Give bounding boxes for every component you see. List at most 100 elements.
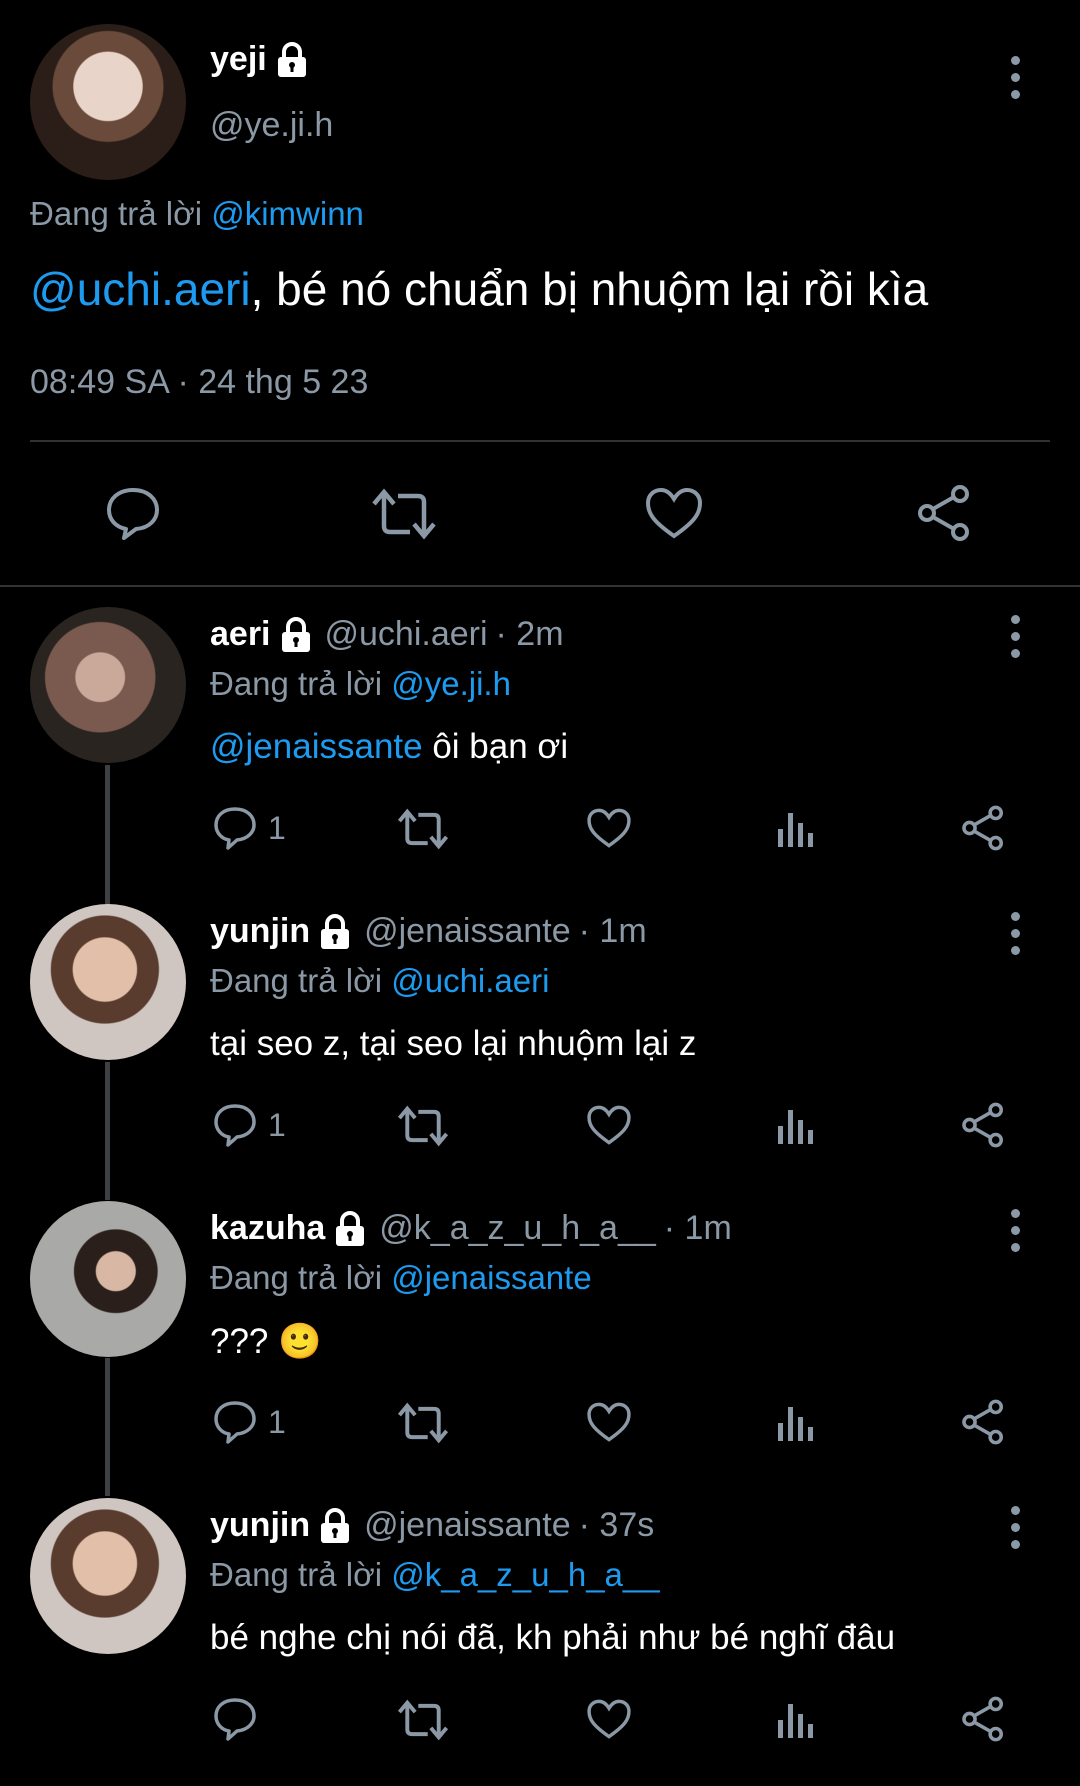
time-ago[interactable]: · 2m bbox=[496, 615, 564, 654]
lock-icon bbox=[321, 1507, 350, 1543]
views-button[interactable] bbox=[776, 1700, 816, 1740]
reply-count: 1 bbox=[268, 809, 286, 846]
reply-item[interactable]: kazuha @k_a_z_u_h_a__ · 1m Đang trả lời … bbox=[0, 1199, 1080, 1489]
views-button[interactable] bbox=[776, 1106, 816, 1146]
lock-icon bbox=[336, 1210, 365, 1246]
more-vertical-icon[interactable] bbox=[1011, 1209, 1023, 1252]
retweet-icon bbox=[397, 808, 449, 850]
tweet-text: bé nghe chị nói đã, kh phải như bé nghĩ … bbox=[210, 1618, 895, 1658]
reply-prefix: Đang trả lời bbox=[210, 1556, 383, 1593]
share-button[interactable] bbox=[915, 484, 973, 542]
handle[interactable]: @ye.ji.h bbox=[210, 106, 333, 145]
heart-icon bbox=[587, 1699, 631, 1739]
like-button[interactable] bbox=[586, 1698, 632, 1740]
reply-button[interactable] bbox=[104, 484, 162, 542]
reply-button[interactable] bbox=[212, 1696, 268, 1742]
like-button[interactable] bbox=[644, 486, 704, 540]
reply-context: Đang trả lời @kimwinn bbox=[30, 195, 364, 233]
retweet-button[interactable] bbox=[370, 486, 438, 542]
views-icon bbox=[778, 1407, 813, 1441]
reply-context: Đang trả lời @k_a_z_u_h_a__ bbox=[210, 1556, 660, 1594]
more-vertical-icon[interactable] bbox=[1011, 1506, 1023, 1549]
reply-to-link[interactable]: @jenaissante bbox=[391, 1259, 591, 1296]
share-button[interactable] bbox=[960, 805, 1006, 851]
tweet-text: ??? 🙂 bbox=[210, 1321, 322, 1362]
retweet-button[interactable] bbox=[396, 1698, 450, 1742]
reply-item[interactable]: yunjin @jenaissante · 1m Đang trả lời @u… bbox=[0, 902, 1080, 1192]
more-vertical-icon[interactable] bbox=[1011, 912, 1023, 955]
divider bbox=[30, 440, 1050, 442]
author-row: yeji bbox=[210, 40, 309, 79]
views-button[interactable] bbox=[776, 1403, 816, 1443]
mention-link[interactable]: @jenaissante bbox=[210, 727, 423, 766]
retweet-icon bbox=[397, 1699, 449, 1741]
retweet-button[interactable] bbox=[396, 1401, 450, 1445]
reply-to-link[interactable]: @k_a_z_u_h_a__ bbox=[391, 1556, 659, 1593]
handle[interactable]: @uchi.aeri bbox=[325, 615, 488, 654]
more-vertical-icon[interactable] bbox=[1011, 615, 1023, 658]
like-button[interactable] bbox=[586, 1104, 632, 1146]
lock-icon bbox=[281, 616, 310, 652]
lock-icon bbox=[277, 41, 306, 77]
views-button[interactable] bbox=[776, 809, 816, 849]
avatar[interactable] bbox=[30, 1498, 186, 1654]
tweet-body: ??? 🙂 bbox=[210, 1322, 322, 1361]
reply-to-link[interactable]: @kimwinn bbox=[211, 195, 364, 232]
handle[interactable]: @jenaissante bbox=[364, 912, 571, 951]
avatar[interactable] bbox=[30, 904, 186, 1060]
views-icon bbox=[778, 1110, 813, 1144]
retweet-button[interactable] bbox=[396, 1104, 450, 1148]
handle[interactable]: @jenaissante bbox=[364, 1506, 571, 1545]
handle[interactable]: @k_a_z_u_h_a__ bbox=[379, 1209, 656, 1248]
display-name[interactable]: yunjin bbox=[210, 912, 310, 951]
share-icon bbox=[962, 1399, 1004, 1445]
reply-icon bbox=[107, 488, 159, 540]
heart-icon bbox=[587, 808, 631, 848]
share-button[interactable] bbox=[960, 1102, 1006, 1148]
retweet-icon bbox=[397, 1105, 449, 1147]
tweet-body: , bé nó chuẩn bị nhuộm lại rồi kìa bbox=[250, 263, 929, 315]
share-icon bbox=[918, 485, 969, 541]
reply-to-link[interactable]: @uchi.aeri bbox=[391, 962, 549, 999]
timestamp[interactable]: 08:49 SA · 24 thg 5 23 bbox=[30, 363, 368, 402]
share-icon bbox=[962, 805, 1004, 851]
time-ago[interactable]: · 37s bbox=[579, 1506, 655, 1545]
like-button[interactable] bbox=[586, 807, 632, 849]
reply-count: 1 bbox=[268, 1106, 286, 1143]
display-name[interactable]: yunjin bbox=[210, 1506, 310, 1545]
time-ago[interactable]: · 1m bbox=[664, 1209, 732, 1248]
reply-count: 1 bbox=[268, 1403, 286, 1440]
display-name[interactable]: aeri bbox=[210, 615, 271, 654]
author-row: yunjin @jenaissante · 1m bbox=[210, 912, 647, 951]
views-icon bbox=[778, 1704, 813, 1738]
retweet-button[interactable] bbox=[396, 807, 450, 851]
time-ago[interactable]: · 1m bbox=[579, 912, 647, 951]
reply-item[interactable]: yunjin @jenaissante · 37s Đang trả lời @… bbox=[0, 1496, 1080, 1786]
share-button[interactable] bbox=[960, 1399, 1006, 1445]
reply-prefix: Đang trả lời bbox=[210, 1259, 383, 1296]
avatar[interactable] bbox=[30, 607, 186, 763]
author-row: aeri @uchi.aeri · 2m bbox=[210, 615, 564, 654]
retweet-icon bbox=[397, 1402, 449, 1444]
share-button[interactable] bbox=[960, 1696, 1006, 1742]
reply-icon bbox=[214, 1104, 256, 1147]
like-button[interactable] bbox=[586, 1401, 632, 1443]
heart-icon bbox=[587, 1105, 631, 1145]
reply-icon bbox=[214, 1698, 256, 1741]
reply-button[interactable]: 1 bbox=[212, 805, 286, 851]
tweet-text: tại seo z, tại seo lại nhuộm lại z bbox=[210, 1024, 696, 1064]
tweet-body: tại seo z, tại seo lại nhuộm lại z bbox=[210, 1024, 697, 1063]
lock-icon bbox=[321, 913, 350, 949]
reply-context: Đang trả lời @jenaissante bbox=[210, 1259, 592, 1297]
avatar[interactable] bbox=[30, 24, 186, 180]
display-name[interactable]: yeji bbox=[210, 40, 267, 79]
mention-link[interactable]: @uchi.aeri bbox=[30, 263, 251, 315]
avatar[interactable] bbox=[30, 1201, 186, 1357]
reply-button[interactable]: 1 bbox=[212, 1102, 286, 1148]
more-vertical-icon[interactable] bbox=[1011, 56, 1023, 99]
reply-item[interactable]: aeri @uchi.aeri · 2m Đang trả lời @ye.ji… bbox=[0, 605, 1080, 895]
share-icon bbox=[962, 1696, 1004, 1742]
reply-button[interactable]: 1 bbox=[212, 1399, 286, 1445]
reply-to-link[interactable]: @ye.ji.h bbox=[391, 665, 511, 702]
display-name[interactable]: kazuha bbox=[210, 1209, 325, 1248]
